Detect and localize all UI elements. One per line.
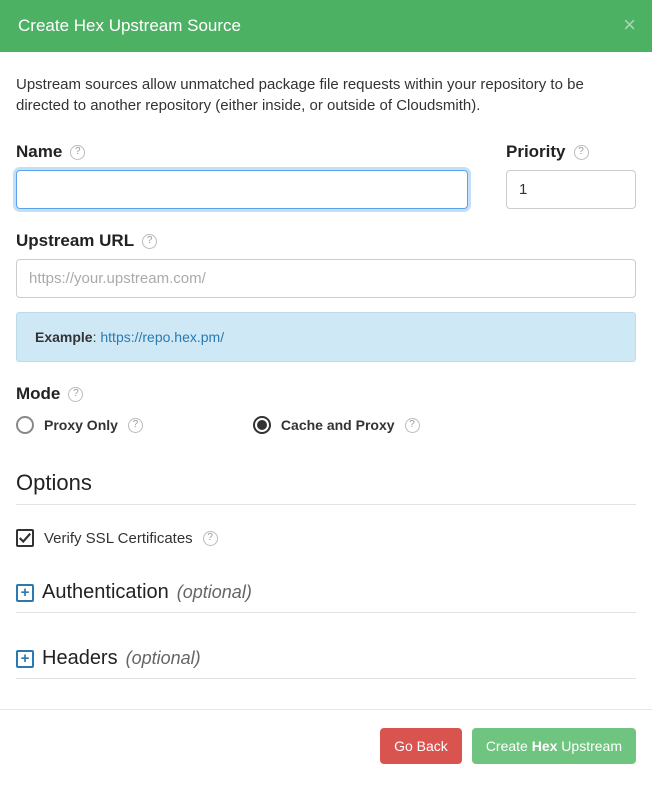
section-title: Headers <box>42 647 118 670</box>
headers-section[interactable]: + Headers (optional) <box>16 637 636 679</box>
checkbox-icon <box>16 529 34 547</box>
url-input[interactable] <box>16 259 636 298</box>
example-box: Example: https://repo.hex.pm/ <box>16 312 636 362</box>
optional-label: (optional) <box>126 648 201 669</box>
verify-ssl-checkbox[interactable]: Verify SSL Certificates ? <box>16 529 636 547</box>
radio-icon <box>253 416 271 434</box>
example-prefix: Example <box>35 329 93 345</box>
radio-icon <box>16 416 34 434</box>
name-input[interactable] <box>16 170 468 209</box>
name-field-group: Name ? <box>16 142 468 209</box>
checkbox-label: Verify SSL Certificates <box>44 530 193 547</box>
radio-cache-proxy[interactable]: Cache and Proxy ? <box>253 416 420 434</box>
priority-input[interactable] <box>506 170 636 209</box>
help-icon[interactable]: ? <box>405 418 420 433</box>
expand-icon: + <box>16 650 34 668</box>
close-icon[interactable]: × <box>623 14 636 36</box>
go-back-button[interactable]: Go Back <box>380 728 462 764</box>
modal-content: Upstream sources allow unmatched package… <box>0 52 652 709</box>
url-label: Upstream URL <box>16 231 134 251</box>
name-label: Name <box>16 142 62 162</box>
radio-proxy-only[interactable]: Proxy Only ? <box>16 416 143 434</box>
radio-label: Proxy Only <box>44 417 118 433</box>
section-title: Authentication <box>42 581 169 604</box>
radio-label: Cache and Proxy <box>281 417 395 433</box>
description-text: Upstream sources allow unmatched package… <box>16 74 636 116</box>
modal-footer: Go Back Create Hex Upstream <box>0 709 652 782</box>
help-icon[interactable]: ? <box>574 145 589 160</box>
create-upstream-button[interactable]: Create Hex Upstream <box>472 728 636 764</box>
url-field-group: Upstream URL ? Example: https://repo.hex… <box>16 231 636 362</box>
priority-field-group: Priority ? <box>506 142 636 209</box>
mode-field-group: Mode ? Proxy Only ? Cache and Proxy ? <box>16 384 636 434</box>
priority-label: Priority <box>506 142 566 162</box>
help-icon[interactable]: ? <box>203 531 218 546</box>
options-heading: Options <box>16 460 636 505</box>
authentication-section[interactable]: + Authentication (optional) <box>16 571 636 613</box>
help-icon[interactable]: ? <box>142 234 157 249</box>
help-icon[interactable]: ? <box>68 387 83 402</box>
help-icon[interactable]: ? <box>70 145 85 160</box>
optional-label: (optional) <box>177 582 252 603</box>
help-icon[interactable]: ? <box>128 418 143 433</box>
modal-header: Create Hex Upstream Source × <box>0 0 652 52</box>
mode-label: Mode <box>16 384 60 404</box>
example-link[interactable]: https://repo.hex.pm/ <box>100 329 224 345</box>
modal-title: Create Hex Upstream Source <box>18 16 634 36</box>
expand-icon: + <box>16 584 34 602</box>
modal: Create Hex Upstream Source × Upstream so… <box>0 0 652 782</box>
